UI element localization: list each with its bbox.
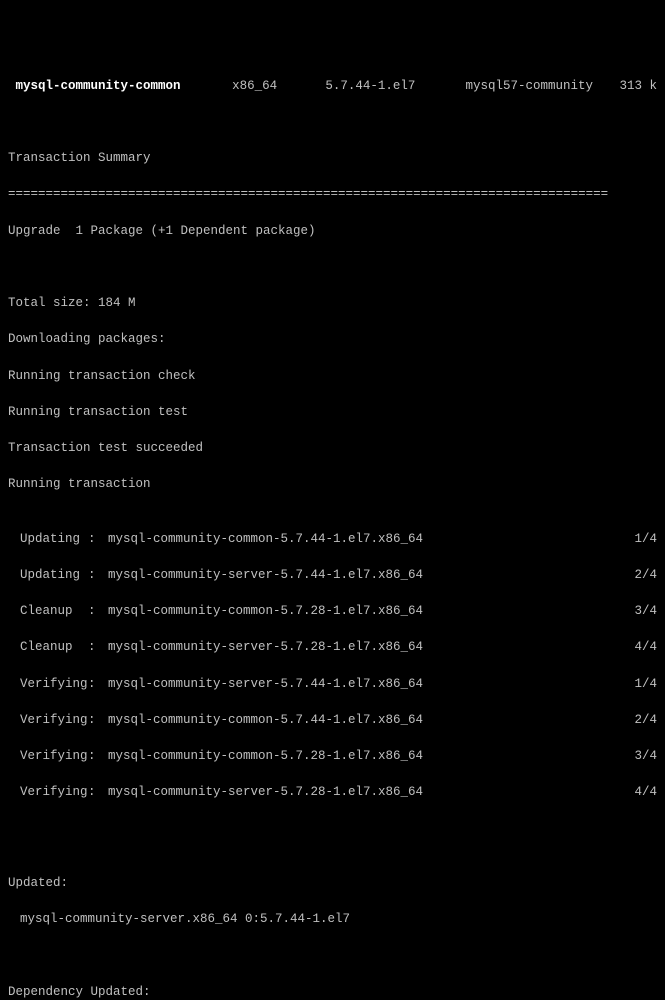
transaction-step: Verifying : mysql-community-server-5.7.2… <box>8 783 657 801</box>
pkg-repo: mysql57-community <box>465 77 619 95</box>
step-progress: 2/4 <box>607 566 657 584</box>
running-transaction-check: Running transaction check <box>8 367 657 385</box>
transaction-step: Verifying : mysql-community-server-5.7.4… <box>8 675 657 693</box>
transaction-step: Verifying : mysql-community-common-5.7.2… <box>8 747 657 765</box>
pkg-arch: x86_64 <box>232 77 325 95</box>
step-action: Updating <box>8 530 88 548</box>
step-progress: 1/4 <box>607 675 657 693</box>
pkg-version: 5.7.44-1.el7 <box>325 77 465 95</box>
updated-title: Updated: <box>8 874 657 892</box>
step-progress: 3/4 <box>607 602 657 620</box>
step-action: Verifying <box>8 747 88 765</box>
step-package: mysql-community-server-5.7.28-1.el7.x86_… <box>108 783 607 801</box>
running-transaction-test: Running transaction test <box>8 403 657 421</box>
blank-line <box>8 947 657 965</box>
step-separator: : <box>88 747 108 765</box>
step-action: Cleanup <box>8 602 88 620</box>
transaction-step: Cleanup : mysql-community-common-5.7.28-… <box>8 602 657 620</box>
step-action: Updating <box>8 566 88 584</box>
step-separator: : <box>88 711 108 729</box>
step-separator: : <box>88 530 108 548</box>
step-separator: : <box>88 602 108 620</box>
horizontal-rule: ========================================… <box>8 185 657 203</box>
step-progress: 1/4 <box>607 530 657 548</box>
downloading-packages: Downloading packages: <box>8 330 657 348</box>
step-package: mysql-community-common-5.7.44-1.el7.x86_… <box>108 711 607 729</box>
step-action: Cleanup <box>8 638 88 656</box>
step-separator: : <box>88 783 108 801</box>
blank-line <box>8 258 657 276</box>
package-header-row: mysql-community-common x86_64 5.7.44-1.e… <box>8 77 657 95</box>
step-progress: 3/4 <box>607 747 657 765</box>
transaction-test-succeeded: Transaction test succeeded <box>8 439 657 457</box>
transaction-step: Cleanup : mysql-community-server-5.7.28-… <box>8 638 657 656</box>
step-progress: 4/4 <box>607 638 657 656</box>
pkg-size: 313 k <box>619 77 657 95</box>
step-separator: : <box>88 638 108 656</box>
step-package: mysql-community-server-5.7.28-1.el7.x86_… <box>108 638 607 656</box>
step-package: mysql-community-server-5.7.44-1.el7.x86_… <box>108 566 607 584</box>
running-transaction: Running transaction <box>8 475 657 493</box>
total-size: Total size: 184 M <box>8 294 657 312</box>
step-action: Verifying <box>8 675 88 693</box>
pkg-name: mysql-community-common <box>8 77 232 95</box>
transaction-summary-title: Transaction Summary <box>8 149 657 167</box>
step-package: mysql-community-common-5.7.44-1.el7.x86_… <box>108 530 607 548</box>
updated-package: mysql-community-server.x86_64 0:5.7.44-1… <box>8 910 657 928</box>
step-package: mysql-community-common-5.7.28-1.el7.x86_… <box>108 602 607 620</box>
blank-line <box>8 838 657 856</box>
transaction-step: Updating : mysql-community-common-5.7.44… <box>8 530 657 548</box>
step-package: mysql-community-server-5.7.44-1.el7.x86_… <box>108 675 607 693</box>
transaction-step: Updating : mysql-community-server-5.7.44… <box>8 566 657 584</box>
transaction-step: Verifying : mysql-community-common-5.7.4… <box>8 711 657 729</box>
blank-line <box>8 113 657 131</box>
step-action: Verifying <box>8 783 88 801</box>
step-action: Verifying <box>8 711 88 729</box>
step-progress: 2/4 <box>607 711 657 729</box>
dependency-updated-title: Dependency Updated: <box>8 983 657 1000</box>
step-progress: 4/4 <box>607 783 657 801</box>
step-separator: : <box>88 675 108 693</box>
step-separator: : <box>88 566 108 584</box>
step-package: mysql-community-common-5.7.28-1.el7.x86_… <box>108 747 607 765</box>
upgrade-summary: Upgrade 1 Package (+1 Dependent package) <box>8 222 657 240</box>
